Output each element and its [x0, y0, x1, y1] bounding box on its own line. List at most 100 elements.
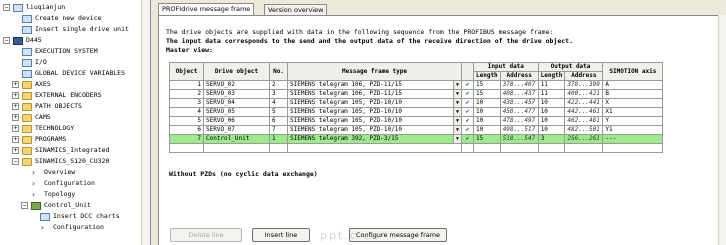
cell-no: 7 [269, 125, 288, 135]
frame-type-select[interactable]: SIEMENS telegram 105, PZD-10/10 ▼ [287, 98, 462, 108]
collapse-icon[interactable]: − [21, 202, 28, 209]
dropdown-arrow-icon[interactable]: ▼ [453, 108, 461, 116]
frame-type-select-value: SIEMENS telegram 105, PZD-10/10 [290, 108, 402, 116]
cell-output-length-value: 10 [540, 126, 548, 134]
tree-item[interactable]: Insert DCC charts [0, 211, 140, 222]
cell-simotion-axis: B [602, 89, 664, 99]
tree-item[interactable]: Insert single drive unit [0, 24, 140, 35]
cell-object-value: 1 [197, 81, 201, 89]
expand-icon[interactable]: + [12, 136, 19, 143]
header-input-length: Length [473, 71, 501, 81]
expand-icon[interactable]: + [12, 92, 19, 99]
tree-item[interactable]: EXECUTION SYSTEM [0, 46, 140, 57]
dropdown-arrow-icon[interactable]: ▼ [453, 90, 461, 98]
tree-item[interactable]: + PROGRAMS [0, 134, 140, 145]
cell-input-address: 458...477 [499, 107, 539, 117]
cell-output-length-value: 10 [540, 99, 548, 107]
folder-icon [22, 80, 32, 89]
tree-item[interactable]: − Control_Unit [0, 200, 140, 211]
dropdown-arrow-icon[interactable]: ▼ [453, 99, 461, 107]
panel-scrollbar[interactable] [718, 15, 726, 245]
table-row[interactable]: 3 SERVO_04 4 SIEMENS telegram 105, PZD-10/1… [169, 98, 664, 108]
tree-item[interactable]: + TECHNOLOGY [0, 123, 140, 134]
collapse-icon[interactable]: − [3, 37, 10, 44]
cell-no-value: 4 [272, 99, 276, 107]
frame-type-select[interactable]: SIEMENS telegram 105, PZD-10/10 ▼ [287, 107, 462, 117]
folder-icon [22, 124, 32, 133]
collapse-icon[interactable]: − [3, 4, 10, 11]
expand-icon[interactable]: + [12, 125, 19, 132]
tree-item[interactable]: › Configuration [0, 222, 140, 233]
table-row[interactable]: 2 SERVO_03 3 SIEMENS telegram 106, PZD-11/1… [169, 89, 664, 99]
header-simotion-axis: SIMOTION axis [602, 62, 664, 81]
dropdown-arrow-icon[interactable]: ▼ [453, 126, 461, 134]
io-icon [22, 58, 32, 67]
cell-simotion-axis: --- [602, 134, 664, 144]
frame-type-select[interactable]: SIEMENS telegram 105, PZD-10/10 ▼ [287, 116, 462, 126]
expand-icon[interactable]: + [12, 147, 19, 154]
expand-icon[interactable]: + [12, 103, 19, 110]
tree-item[interactable]: + SINAMICS_Integrated [0, 145, 140, 156]
empty-table-row[interactable] [169, 143, 664, 153]
cell-object: 5 [169, 116, 204, 126]
expand-icon[interactable]: + [12, 81, 19, 88]
header-output-data: Output data [537, 62, 604, 72]
table-row[interactable]: 6 SERVO_07 7 SIEMENS telegram 105, PZD-10/1… [169, 125, 664, 135]
frame-type-select-value: SIEMENS telegram 105, PZD-10/10 [290, 117, 402, 125]
cell-drive-object-value: SERVO_06 [206, 117, 235, 125]
tree-item[interactable]: − D445 [0, 35, 140, 46]
controller-icon [13, 36, 23, 45]
frame-type-select[interactable]: SIEMENS telegram 105, PZD-10/10 ▼ [287, 125, 462, 135]
execution-icon [22, 47, 32, 56]
cell-object: 7 [169, 134, 204, 144]
tree-item[interactable]: GLOBAL DEVICE VARIABLES [0, 68, 140, 79]
tree-item[interactable]: + PATH OBJECTS [0, 101, 140, 112]
cell-simotion-axis-value: X1 [605, 108, 613, 116]
cell-drive-object: Control_Unit [203, 134, 270, 144]
frame-type-select[interactable]: SIEMENS telegram 106, PZD-11/15 ▼ [287, 80, 462, 90]
tree-item[interactable]: − SINAMICS_S120_CU320 [0, 156, 140, 167]
cell-no: 5 [269, 107, 288, 117]
table-row[interactable]: 5 SERVO_06 6 SIEMENS telegram 105, PZD-10/1… [169, 116, 664, 126]
dropdown-arrow-icon[interactable]: ▼ [453, 81, 461, 89]
cell-drive-object: SERVO_04 [203, 98, 270, 108]
tree-item[interactable]: › Topology [0, 189, 140, 200]
dropdown-arrow-icon[interactable]: ▼ [453, 135, 461, 143]
cell-input-address-value: 438...457 [502, 99, 536, 107]
table-row[interactable]: 1 SERVO_02 2 SIEMENS telegram 106, PZD-11/1… [169, 80, 664, 90]
tree-item[interactable]: I/O [0, 57, 140, 68]
tree-item[interactable]: − liuqianjun [0, 2, 140, 13]
cell-object: 1 [169, 80, 204, 90]
tree-item[interactable]: + CAMS [0, 112, 140, 123]
project-tree[interactable]: − liuqianjun Create new device Insert singl… [0, 0, 151, 245]
tree-item[interactable]: + EXTERNAL ENCODERS [0, 90, 140, 101]
delete-line-button[interactable]: Delete line [170, 228, 242, 242]
check-icon: ✔ [461, 80, 474, 90]
empty-cell [287, 143, 462, 153]
tree-item[interactable]: + AXES [0, 79, 140, 90]
cell-input-address-value: 408...437 [502, 90, 536, 98]
frame-type-select-value: SIEMENS telegram 106, PZD-11/15 [290, 81, 402, 89]
tree-item-label: Insert DCC charts [53, 212, 120, 220]
dropdown-arrow-icon[interactable]: ▼ [453, 117, 461, 125]
cell-object: 3 [169, 98, 204, 108]
cell-input-length-value: 10 [476, 126, 484, 134]
tree-scrollbar[interactable] [141, 0, 150, 245]
empty-cell [269, 143, 288, 153]
frame-type-select[interactable]: SIEMENS telegram 392, PZD-3/15 ▼ [287, 134, 462, 144]
tree-item-label: Overview [44, 168, 76, 176]
table-row[interactable]: 4 SERVO_05 5 SIEMENS telegram 105, PZD-10/1… [169, 107, 664, 117]
cell-input-length: 15 [473, 89, 501, 99]
table-row[interactable]: 7 Control_Unit 1 SIEMENS telegram 392, PZD-… [169, 134, 664, 144]
insert-line-button[interactable]: Insert line [252, 228, 310, 242]
cell-output-length: 10 [537, 98, 566, 108]
no-pzd-note: Without PZDs (no cyclic data exchange) [169, 170, 318, 178]
tree-item[interactable]: › Overview [0, 167, 140, 178]
frame-type-select[interactable]: SIEMENS telegram 106, PZD-11/15 ▼ [287, 89, 462, 99]
expand-icon[interactable]: + [12, 114, 19, 121]
frame-type-select-value: SIEMENS telegram 106, PZD-11/15 [290, 90, 402, 98]
tree-item[interactable]: Create new device [0, 13, 140, 24]
collapse-icon[interactable]: − [12, 158, 19, 165]
tree-item-label: SINAMICS_S120_CU320 [35, 157, 110, 165]
tree-item[interactable]: › Configuration [0, 178, 140, 189]
